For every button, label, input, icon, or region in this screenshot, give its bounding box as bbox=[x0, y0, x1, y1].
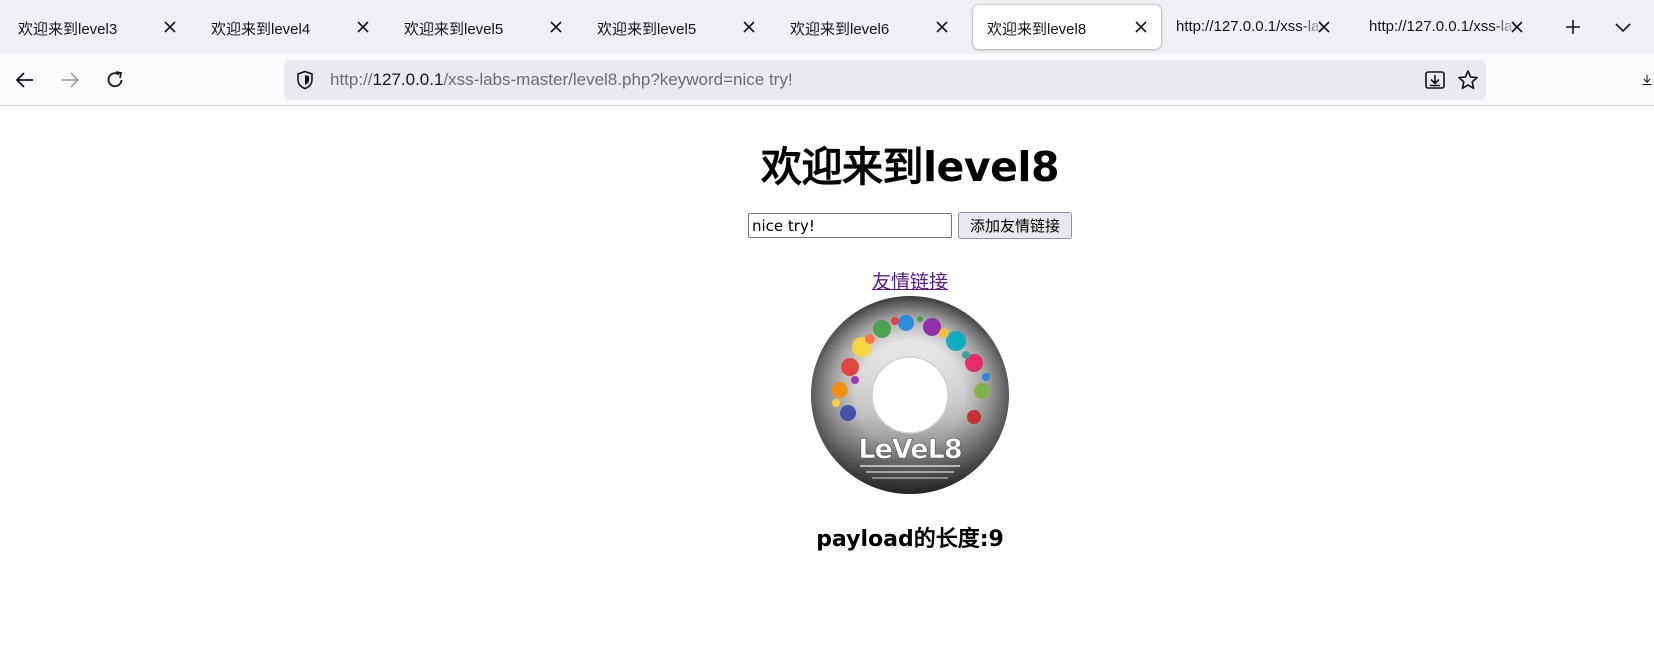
url-path: /xss-labs-master/level8.php?keyword=nice… bbox=[443, 70, 793, 89]
arrow-right-icon[interactable] bbox=[56, 66, 84, 94]
reload-icon[interactable] bbox=[101, 66, 129, 94]
tab-xss-labs-2[interactable]: http://127.0.0.1/xss-labs-master/ bbox=[1355, 5, 1541, 49]
close-icon[interactable] bbox=[544, 15, 568, 39]
level8-disc-image: LeVeL8 bbox=[810, 295, 1010, 495]
tab-level5[interactable]: 欢迎来到level5 bbox=[390, 5, 576, 49]
close-icon[interactable] bbox=[930, 15, 954, 39]
page-content: 欢迎来到level8 添加友情链接 友情链接 bbox=[0, 107, 1654, 650]
url-text[interactable]: http://127.0.0.1/xss-labs-master/level8.… bbox=[330, 70, 793, 90]
chevron-down-icon[interactable] bbox=[1610, 14, 1636, 40]
tab-title: 欢迎来到level3 bbox=[18, 21, 118, 38]
tab-level4[interactable]: 欢迎来到level4 bbox=[197, 5, 383, 49]
keyword-input[interactable] bbox=[748, 213, 952, 238]
tab-level8-active[interactable]: 欢迎来到level8 bbox=[973, 5, 1161, 49]
download-icon[interactable] bbox=[1423, 68, 1447, 92]
arrow-left-icon[interactable] bbox=[11, 66, 39, 94]
page-title: 欢迎来到level8 bbox=[761, 143, 1059, 191]
downloads-icon[interactable] bbox=[1640, 66, 1654, 94]
tab-level6[interactable]: 欢迎来到level6 bbox=[776, 5, 962, 49]
close-icon[interactable] bbox=[351, 15, 375, 39]
close-icon[interactable] bbox=[737, 15, 761, 39]
close-icon[interactable] bbox=[1312, 15, 1336, 39]
navigation-toolbar: http://127.0.0.1/xss-labs-master/level8.… bbox=[0, 54, 1654, 106]
tab-title: 欢迎来到level8 bbox=[987, 21, 1087, 38]
url-bar[interactable]: http://127.0.0.1/xss-labs-master/level8.… bbox=[284, 60, 1486, 100]
tab-title: 欢迎来到level5 bbox=[597, 21, 697, 38]
tab-title: 欢迎来到level5 bbox=[404, 21, 504, 38]
close-icon[interactable] bbox=[1129, 15, 1153, 39]
tab-title: http://127.0.0.1/xss-labs-master/ bbox=[1176, 18, 1324, 35]
tab-level3[interactable]: 欢迎来到level3 bbox=[4, 5, 190, 49]
tab-xss-labs-1[interactable]: http://127.0.0.1/xss-labs-master/ bbox=[1162, 5, 1348, 49]
tab-title: http://127.0.0.1/xss-labs-master/ bbox=[1369, 18, 1517, 35]
close-icon[interactable] bbox=[158, 15, 182, 39]
shield-icon[interactable] bbox=[295, 70, 315, 90]
tab-title: 欢迎来到level6 bbox=[790, 21, 890, 38]
star-icon[interactable] bbox=[1456, 68, 1480, 92]
tab-level5-second[interactable]: 欢迎来到level5 bbox=[583, 5, 769, 49]
tab-strip: 欢迎来到level3 欢迎来到level4 欢迎来到level5 欢迎来到lev… bbox=[0, 0, 1654, 54]
disc-label: LeVeL8 bbox=[858, 434, 961, 465]
friend-link[interactable]: 友情链接 bbox=[872, 271, 948, 293]
payload-length-text: payload的长度:9 bbox=[816, 527, 1004, 552]
friend-link-row: 友情链接 bbox=[0, 267, 1654, 294]
url-host: 127.0.0.1 bbox=[372, 70, 444, 89]
url-scheme: http:// bbox=[330, 70, 373, 89]
tab-title: 欢迎来到level4 bbox=[211, 21, 311, 38]
plus-icon[interactable] bbox=[1560, 14, 1586, 40]
add-friend-link-button[interactable]: 添加友情链接 bbox=[958, 212, 1072, 239]
close-icon[interactable] bbox=[1505, 15, 1529, 39]
